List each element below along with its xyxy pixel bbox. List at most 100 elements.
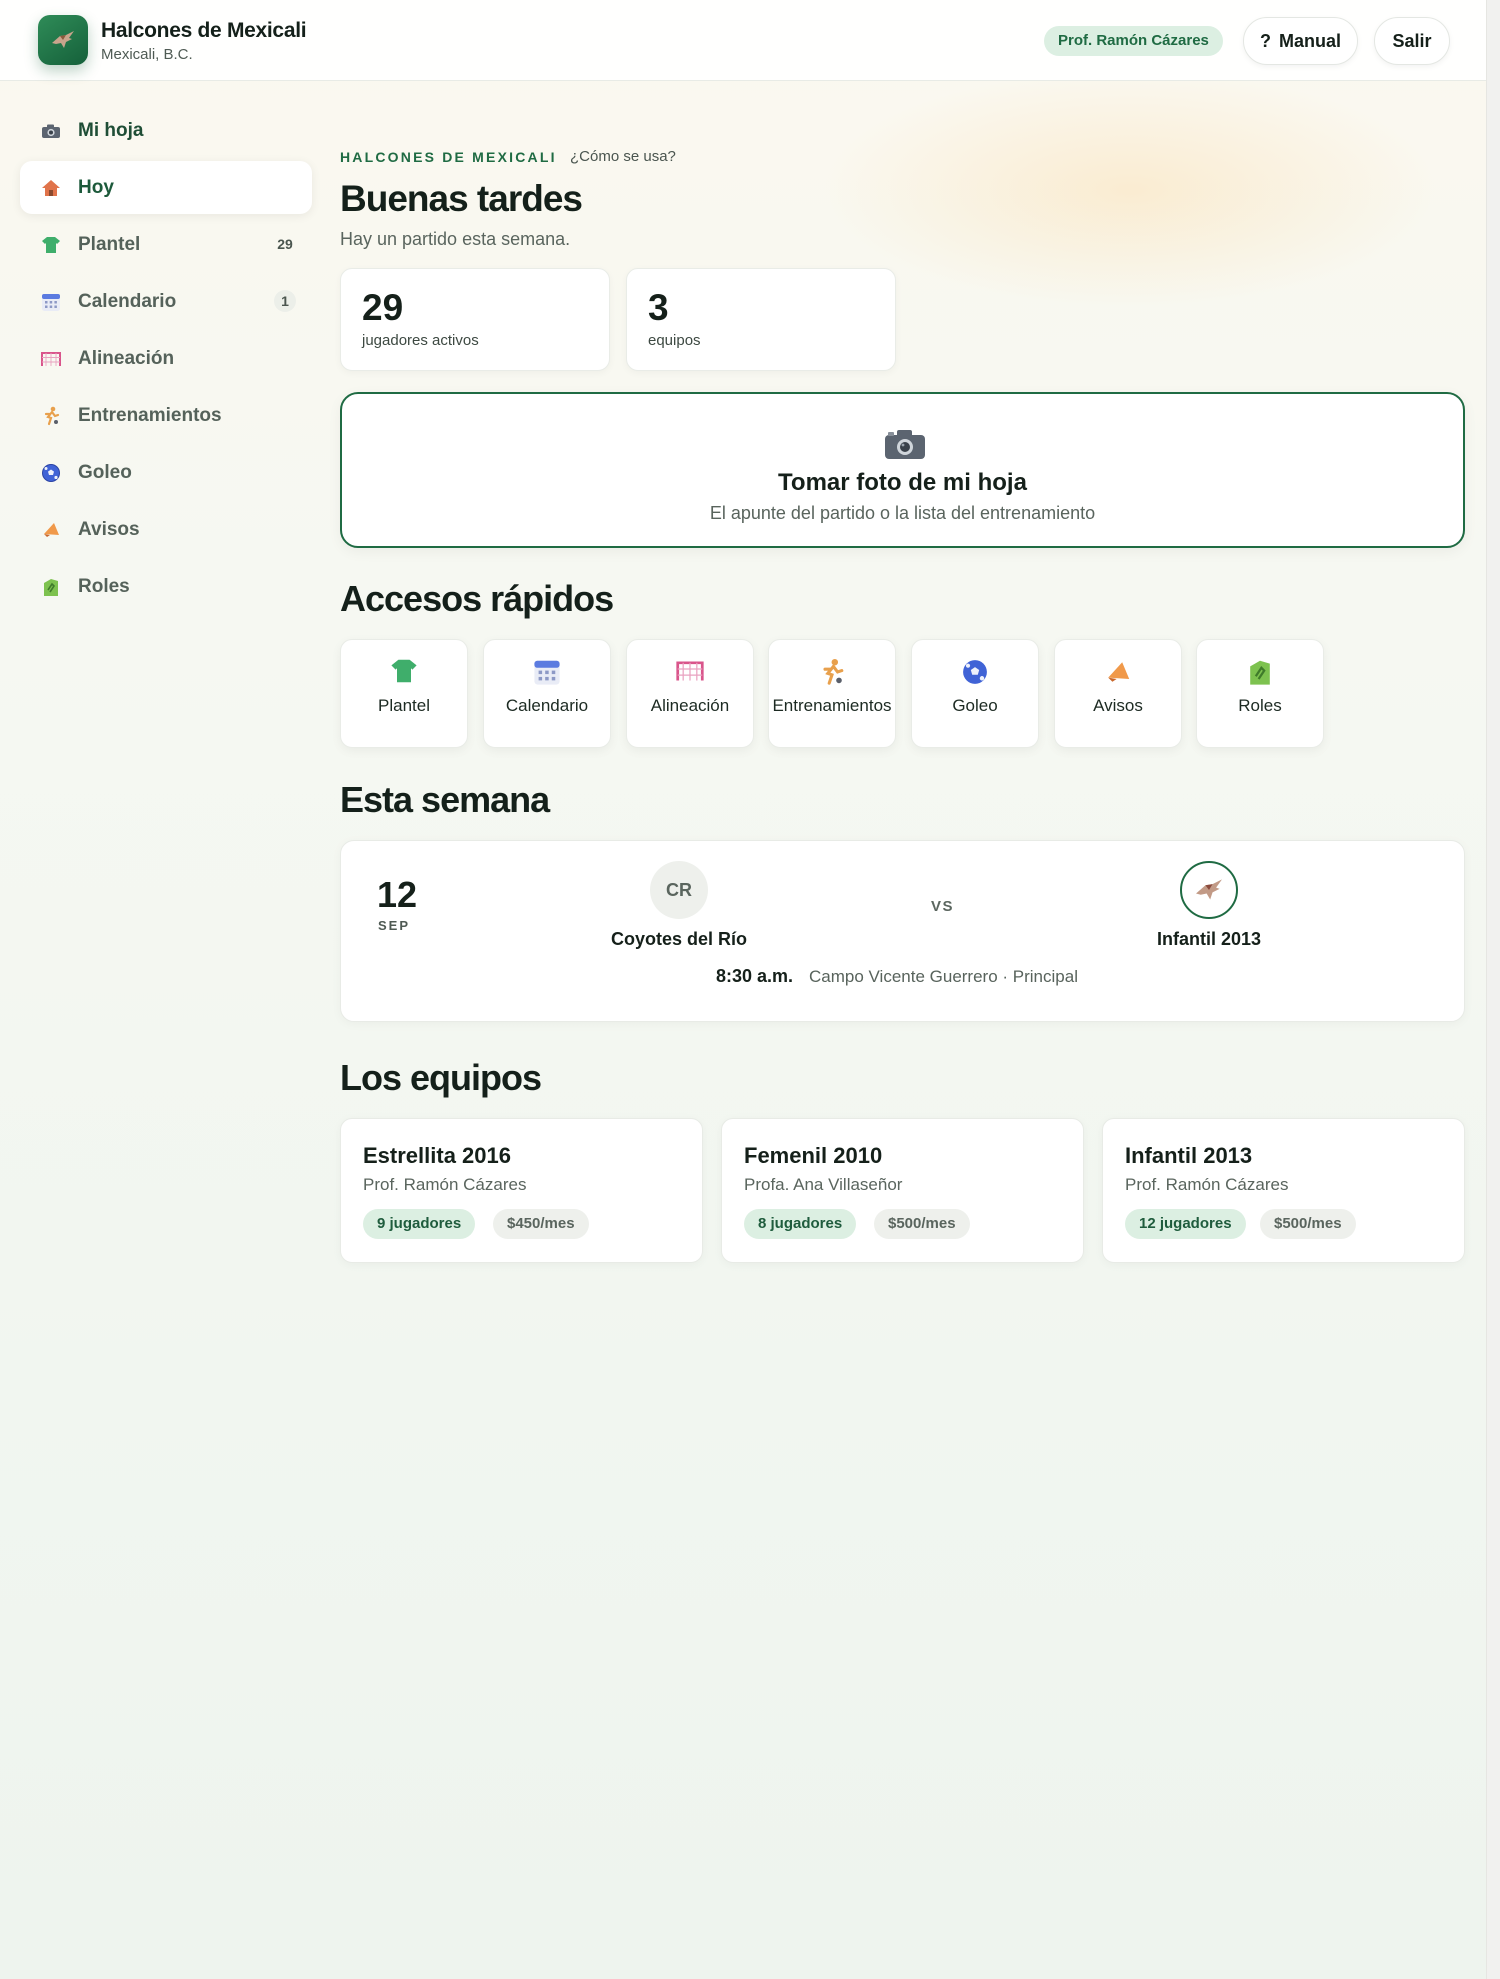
quick-link-label: Plantel [378, 696, 430, 715]
goal-net-icon [627, 658, 753, 684]
stat-value: 29 [362, 287, 404, 328]
stat-card-teams: 3 equipos [626, 268, 896, 371]
sidebar-item-label: Roles [78, 575, 130, 597]
clipboard-icon [40, 576, 62, 598]
team-card-femenil-2010[interactable]: Femenil 2010 Profa. Ana Villaseñor 8 jug… [721, 1118, 1084, 1263]
sidebar-item-label: Plantel [78, 233, 141, 255]
home-team-badge: CR [650, 861, 708, 919]
quick-link-entrenamientos[interactable]: Entrenamientos [768, 639, 896, 748]
stat-card-players: 29 jugadores activos [340, 268, 610, 371]
stat-label: equipos [648, 332, 701, 349]
team-coach: Profa. Ana Villaseñor [744, 1175, 903, 1194]
goal-net-icon [40, 348, 62, 370]
calendar-icon [484, 658, 610, 686]
user-badge: Prof. Ramón Cázares [1044, 26, 1223, 56]
quick-link-label: Avisos [1093, 696, 1143, 715]
sidebar-item-goleo[interactable]: Goleo [20, 446, 312, 499]
quick-link-label: Roles [1238, 696, 1282, 715]
team-name: Estrellita 2016 [363, 1143, 511, 1168]
sidebar-item-label: Hoy [78, 176, 114, 198]
sidebar-item-mi-hoja[interactable]: Mi hoja [20, 104, 312, 157]
plantel-count-badge: 29 [277, 236, 293, 252]
take-photo-button[interactable]: Tomar foto de mi hoja El apunte del part… [340, 392, 1465, 548]
camera-icon [884, 428, 926, 465]
team-card-estrellita-2016[interactable]: Estrellita 2016 Prof. Ramón Cázares 9 ju… [340, 1118, 703, 1263]
app-location: Mexicali, B.C. [101, 46, 193, 63]
hawk-logo-icon[interactable] [38, 15, 88, 65]
logout-button[interactable]: Salir [1374, 17, 1450, 65]
team-name: Femenil 2010 [744, 1143, 883, 1168]
match-time: 8:30 a.m. [716, 966, 794, 986]
runner-icon [769, 658, 895, 686]
stat-label: jugadores activos [362, 332, 479, 349]
manual-button[interactable]: ? Manual [1243, 17, 1358, 65]
sidebar-item-entrenamientos[interactable]: Entrenamientos [20, 389, 312, 442]
players-count-badge: 12 jugadores [1125, 1209, 1246, 1239]
question-icon: ? [1259, 30, 1271, 51]
this-week-title: Esta semana [340, 779, 550, 820]
stat-value: 3 [648, 287, 669, 328]
manual-label: Manual [1278, 30, 1341, 51]
quick-link-label: Calendario [505, 696, 589, 715]
runner-icon [40, 405, 62, 427]
sidebar-item-label: Avisos [78, 518, 140, 540]
page-scrollbar[interactable] [1486, 0, 1500, 1979]
club-eyebrow: HALCONES DE MEXICALI [340, 149, 557, 165]
megaphone-icon [40, 519, 62, 541]
top-bar: Halcones de Mexicali Mexicali, B.C. Prof… [0, 0, 1486, 81]
sidebar-item-label: Entrenamientos [78, 404, 222, 426]
jersey-icon [40, 234, 62, 256]
fee-badge: $500/mes [874, 1209, 970, 1239]
quick-link-label: Alineación [650, 696, 730, 715]
sidebar-item-calendario[interactable]: Calendario 1 [20, 275, 312, 328]
sidebar-item-label: Mi hoja [78, 119, 144, 141]
away-team-name: Infantil 2013 [1156, 929, 1262, 949]
match-card[interactable]: 12 SEP CR Coyotes del Río VS Infantil 20… [340, 840, 1465, 1022]
quick-link-alineacion[interactable]: Alineación [626, 639, 754, 748]
quick-access-title: Accesos rápidos [340, 578, 614, 619]
home-team-name: Coyotes del Río [610, 929, 748, 949]
match-day: 12 [377, 874, 418, 915]
photo-card-title: Tomar foto de mi hoja [778, 469, 1027, 496]
quick-link-goleo[interactable]: Goleo [911, 639, 1039, 748]
fee-badge: $450/mes [493, 1209, 589, 1239]
sidebar-item-avisos[interactable]: Avisos [20, 503, 312, 556]
sidebar-item-alineacion[interactable]: Alineación [20, 332, 312, 385]
team-card-infantil-2013[interactable]: Infantil 2013 Prof. Ramón Cázares 12 jug… [1102, 1118, 1465, 1263]
sidebar-item-label: Calendario [78, 290, 177, 312]
soccer-ball-icon [912, 658, 1038, 686]
quick-link-avisos[interactable]: Avisos [1054, 639, 1182, 748]
hawk-badge-icon [1180, 861, 1238, 919]
team-coach: Prof. Ramón Cázares [363, 1175, 527, 1194]
quick-link-roles[interactable]: Roles [1196, 639, 1324, 748]
sidebar-item-roles[interactable]: Roles [20, 560, 312, 613]
team-name: Infantil 2013 [1125, 1143, 1253, 1168]
page-subtitle: Hay un partido esta semana. [340, 229, 571, 249]
background-glow [820, 70, 1440, 310]
fee-badge: $500/mes [1260, 1209, 1356, 1239]
sidebar: Mi hoja Hoy Plantel 29 Calendario 1 Alin… [20, 104, 312, 617]
page-title: Buenas tardes [340, 178, 583, 219]
calendario-count-badge: 1 [274, 290, 296, 312]
house-icon [40, 177, 62, 199]
clipboard-icon [1197, 658, 1323, 686]
match-venue: Campo Vicente Guerrero · Principal [809, 967, 1078, 986]
app-name: Halcones de Mexicali [101, 19, 307, 42]
megaphone-icon [1055, 658, 1181, 686]
quick-link-label: Goleo [952, 696, 998, 715]
players-count-badge: 9 jugadores [363, 1209, 476, 1239]
quick-link-label: Entrenamientos [772, 696, 892, 715]
players-count-badge: 8 jugadores [744, 1209, 857, 1239]
sidebar-item-hoy[interactable]: Hoy [20, 161, 312, 214]
help-link[interactable]: ¿Cómo se usa? [570, 148, 676, 165]
sidebar-item-plantel[interactable]: Plantel 29 [20, 218, 312, 271]
team-coach: Prof. Ramón Cázares [1125, 1175, 1289, 1194]
photo-card-subtitle: El apunte del partido o la lista del ent… [709, 503, 1096, 523]
versus-label: VS [931, 898, 955, 915]
soccer-ball-icon [40, 462, 62, 484]
quick-link-calendario[interactable]: Calendario [483, 639, 611, 748]
calendar-icon [40, 291, 62, 313]
teams-title: Los equipos [340, 1057, 542, 1098]
jersey-icon [341, 658, 467, 684]
quick-link-plantel[interactable]: Plantel [340, 639, 468, 748]
